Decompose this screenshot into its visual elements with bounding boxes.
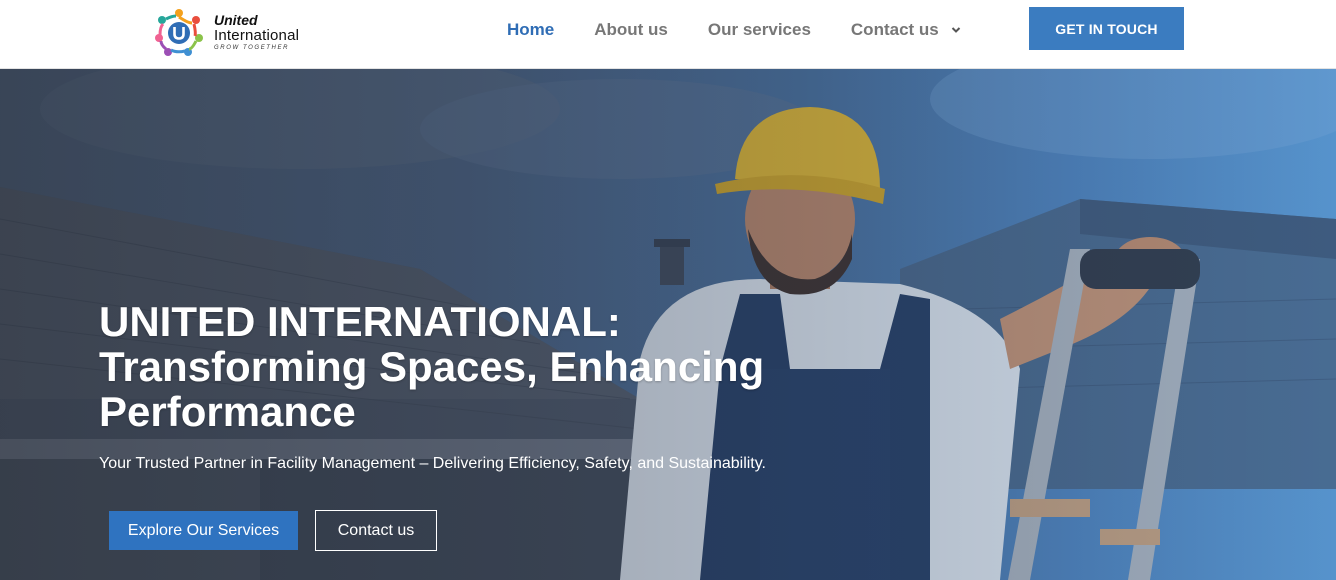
logo-name-line1: United <box>214 12 258 28</box>
logo-wordmark: United International GROW TOGETHER <box>214 13 299 51</box>
nav-item-our-services[interactable]: Our services <box>708 20 811 40</box>
logo-tagline: GROW TOGETHER <box>214 45 290 51</box>
nav-item-contact-us[interactable]: Contact us <box>851 20 961 40</box>
site-logo[interactable]: United International GROW TOGETHER <box>152 4 317 60</box>
hero-subtitle: Your Trusted Partner in Facility Managem… <box>99 455 766 472</box>
hero-section: UNITED INTERNATIONAL: Transforming Space… <box>0 69 1336 580</box>
hero-title-line2: Transforming Spaces, Enhancing <box>99 343 765 390</box>
logo-name-line2: International <box>214 27 300 44</box>
contact-us-button[interactable]: Contact us <box>315 510 437 551</box>
logo-icon <box>155 9 203 56</box>
site-header: United International GROW TOGETHER Home … <box>0 0 1336 69</box>
nav-item-about-us[interactable]: About us <box>594 20 668 40</box>
main-nav: Home About us Our services Contact us <box>490 0 1001 60</box>
nav-item-home[interactable]: Home <box>507 20 554 40</box>
chevron-down-icon[interactable] <box>951 25 961 35</box>
nav-item-contact-us-label: Contact us <box>850 20 939 39</box>
get-in-touch-button[interactable]: GET IN TOUCH <box>1029 7 1184 50</box>
hero-title-line1: UNITED INTERNATIONAL: <box>99 298 621 345</box>
hero-title-line3: Performance <box>99 388 356 435</box>
explore-services-button[interactable]: Explore Our Services <box>109 511 298 550</box>
hero-title: UNITED INTERNATIONAL: Transforming Space… <box>99 299 859 434</box>
